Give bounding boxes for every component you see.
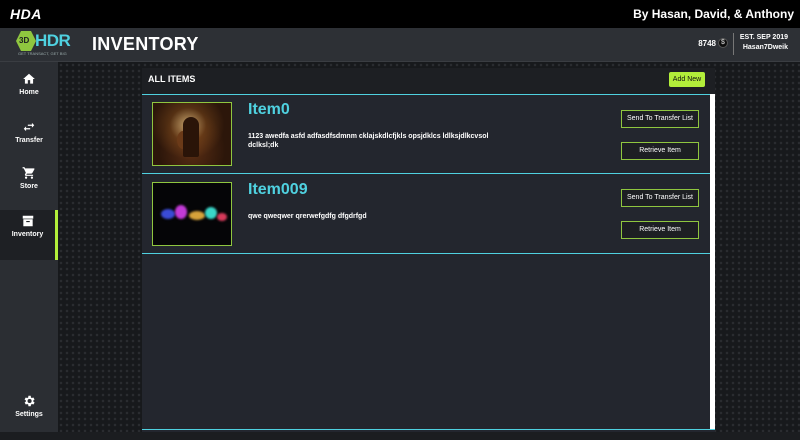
sidebar-item-label: Transfer (15, 137, 43, 144)
panel-header: ALL ITEMS Add New (142, 68, 715, 94)
sidebar-item-store[interactable]: Store (0, 166, 58, 212)
logo-hex-icon: 3D (16, 31, 36, 51)
account-info: EST. SEP 2019 Hasan7Dweik (740, 33, 788, 53)
list-item: Item009 qwe qweqwer qrerwefgdfg dfgdrfgd… (142, 175, 710, 254)
sidebar-item-label: Inventory (11, 231, 44, 238)
item-image (152, 102, 232, 166)
gear-icon (24, 395, 35, 407)
send-to-transfer-button[interactable]: Send To Transfer List (621, 189, 699, 207)
logo-tagline: GET TRANSACT, GET BIG (18, 51, 67, 56)
list-item: Item0 1123 awedfa asfd adfasdfsdmnm ckla… (142, 95, 710, 174)
page-title: INVENTORY (92, 34, 199, 54)
cart-icon (22, 167, 35, 179)
all-items-panel: ALL ITEMS Add New Item0 1123 awedfa asfd… (142, 68, 715, 432)
title-bar: HDA By Hasan, David, & Anthony (0, 0, 800, 28)
est-date: EST. SEP 2019 (739, 34, 788, 41)
coin-count: 8748 (698, 38, 716, 48)
logo-word: HDR (35, 31, 71, 50)
item-image (152, 182, 232, 246)
coin-icon: $ (718, 38, 728, 48)
panel-bottom-border (142, 429, 715, 430)
sidebar-item-settings[interactable]: Settings (0, 394, 58, 440)
send-to-transfer-button[interactable]: Send To Transfer List (621, 110, 699, 128)
panel-title: ALL ITEMS (148, 74, 196, 84)
logo: 3D HDR GET TRANSACT, GET BIG (16, 30, 71, 56)
retrieve-item-button[interactable]: Retrieve Item (621, 142, 699, 160)
coin-balance: 8748 $ (698, 38, 728, 48)
username: Hasan7Dweik (742, 44, 788, 51)
add-new-button[interactable]: Add New (669, 72, 705, 87)
sidebar-item-inventory[interactable]: Inventory (0, 210, 58, 260)
sidebar-item-label: Home (19, 89, 39, 96)
item-description: 1123 awedfa asfd adfasdfsdmnm cklajskdlc… (248, 133, 489, 149)
sidebar-item-home[interactable]: Home (0, 72, 58, 118)
home-icon (23, 73, 35, 84)
item-list: Item0 1123 awedfa asfd adfasdfsdmnm ckla… (142, 94, 710, 430)
header-divider (733, 33, 734, 55)
item-name: Item0 (248, 101, 290, 118)
authors-text: By Hasan, David, & Anthony (633, 7, 794, 21)
sidebar-item-transfer[interactable]: Transfer (0, 120, 58, 166)
sidebar-item-label: Settings (15, 411, 43, 418)
top-header: 3D HDR GET TRANSACT, GET BIG INVENTORY 8… (0, 28, 800, 62)
item-name: Item009 (248, 181, 308, 198)
item-description: qwe qweqwer qrerwefgdfg dfgdrfgd (248, 213, 367, 220)
transfer-icon (23, 122, 35, 132)
sidebar-item-label: Store (20, 183, 38, 190)
retrieve-item-button[interactable]: Retrieve Item (621, 221, 699, 239)
archive-icon (22, 215, 33, 227)
scrollbar[interactable] (710, 94, 715, 430)
app-name: HDA (10, 6, 42, 22)
sidebar: Home Transfer Store Inventory Settings (0, 62, 58, 432)
